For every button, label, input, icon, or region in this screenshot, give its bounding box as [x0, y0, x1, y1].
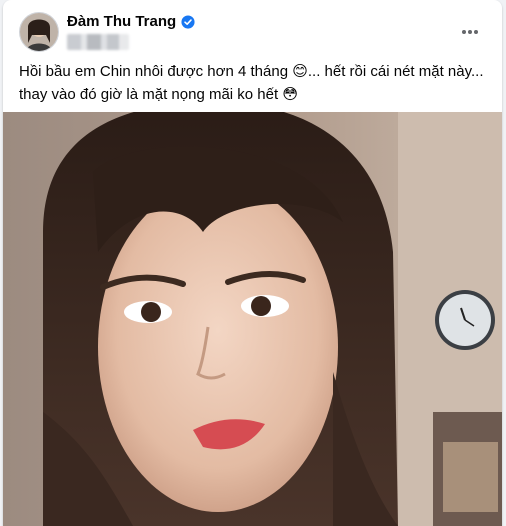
selfie-photo	[3, 112, 502, 526]
post-photo[interactable]	[3, 112, 502, 526]
author-name[interactable]: Đàm Thu Trang	[67, 13, 176, 30]
post-text: Hồi bầu em Chin nhôi được hơn 4 tháng 😊.…	[19, 60, 487, 106]
post-text-segment: ... hết rồi cái nét mặt này...	[307, 63, 484, 80]
avatar-image	[20, 13, 58, 51]
post-text-line-1: Hồi bầu em Chin nhôi được hơn 4 tháng 😊.…	[19, 60, 487, 83]
post-text-line-2: thay vào đó giờ là mặt nọng mãi ko hết 😳	[19, 83, 487, 106]
post-meta-redacted	[67, 32, 129, 52]
smiling-face-emoji: 😊	[292, 62, 308, 80]
post-text-segment: Hồi bầu em Chin nhôi được hơn 4 tháng	[19, 63, 289, 80]
post-header: Đàm Thu Trang	[3, 0, 502, 62]
post-card: Đàm Thu Trang Hồi bầu em Chin nhôi được …	[3, 0, 502, 526]
author-row: Đàm Thu Trang	[67, 13, 195, 30]
more-options-button[interactable]	[452, 14, 488, 50]
author-avatar[interactable]	[19, 12, 59, 52]
post-text-segment: thay vào đó giờ là mặt nọng mãi ko hết	[19, 86, 279, 103]
flushed-face-emoji: 😳	[282, 85, 298, 103]
blurred-timestamp	[67, 34, 129, 50]
verified-badge-icon	[181, 14, 195, 29]
more-options-icon	[462, 30, 478, 34]
